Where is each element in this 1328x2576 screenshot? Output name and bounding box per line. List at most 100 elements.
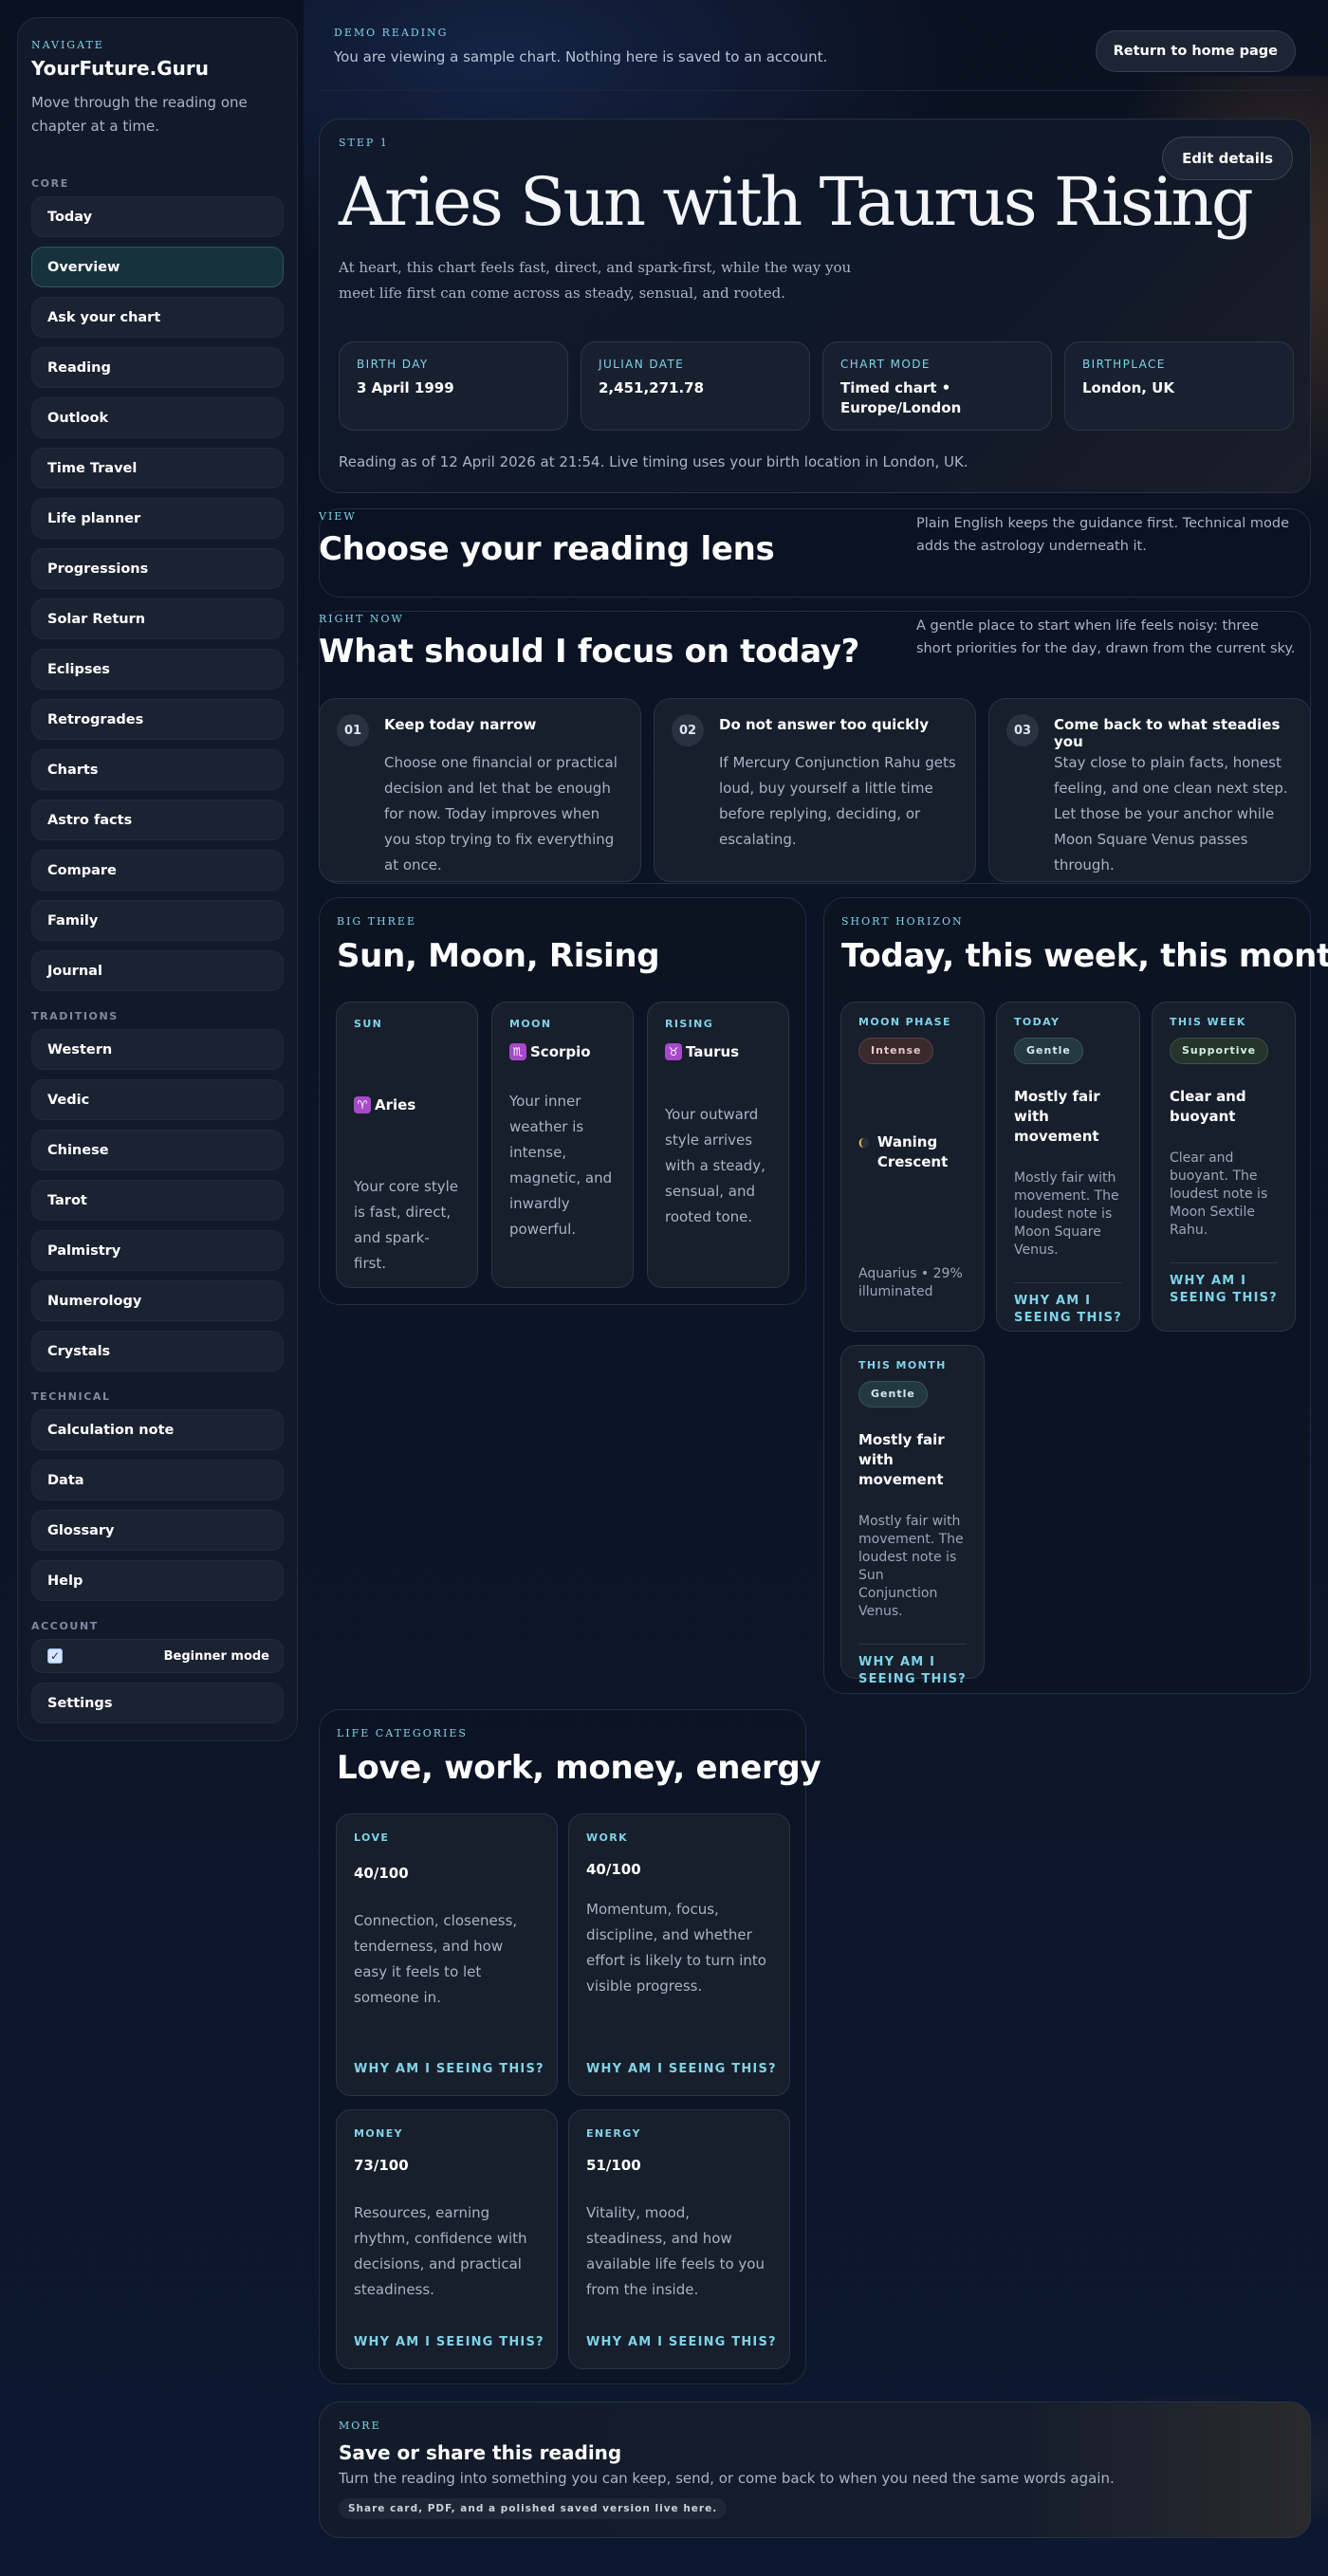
card-label: Energy [586, 2127, 641, 2140]
card-label: Moon phase [858, 1016, 951, 1028]
why-seeing-this-link[interactable]: Why am I seeing this? [586, 2061, 777, 2078]
score: 51/100 [586, 2157, 641, 2174]
card-label: Sun [354, 1018, 383, 1030]
scorpio-icon: ♏ [509, 1043, 526, 1060]
fact-value: London, UK [1082, 379, 1174, 396]
sidebar-item-time-travel[interactable]: Time Travel [31, 448, 284, 488]
sidebar-item-eclipses[interactable]: Eclipses [31, 649, 284, 690]
sidebar-item-chinese[interactable]: Chinese [31, 1130, 284, 1170]
fact-label: Chart mode [840, 358, 931, 371]
card-body: Your inner weather is intense, magnetic,… [509, 1093, 613, 1238]
card-body: Your core style is fast, direct, and spa… [354, 1178, 459, 1272]
fact-value: 2,451,271.78 [599, 379, 705, 396]
horizon-eyebrow: Short horizon [841, 915, 964, 928]
big-three-card-moon: Moon ♏ Scorpio Your inner weather is int… [491, 1002, 634, 1288]
more-title: Save or share this reading [339, 2441, 622, 2464]
card-label: This week [1170, 1016, 1246, 1028]
life-eyebrow: Life categories [337, 1727, 468, 1739]
focus-note: A gentle place to start when life feels … [916, 618, 1296, 656]
sidebar-item-calculation-note[interactable]: Calculation note [31, 1409, 284, 1450]
more-body: Turn the reading into something you can … [339, 2470, 1115, 2487]
sidebar-item-palmistry[interactable]: Palmistry [31, 1230, 284, 1271]
focus-card: 03 Come back to what steadies you Stay c… [988, 698, 1311, 882]
horizon-body: Mostly fair with movement. The loudest n… [1014, 1170, 1119, 1258]
section-label-account: Account [31, 1620, 99, 1632]
sidebar-item-glossary[interactable]: Glossary [31, 1510, 284, 1551]
sidebar-item-journal[interactable]: Journal [31, 950, 284, 991]
checkbox-checked-icon[interactable]: ✓ [47, 1648, 63, 1664]
sidebar-item-numerology[interactable]: Numerology [31, 1280, 284, 1321]
fact-label: Birth day [357, 358, 429, 371]
sidebar-item-settings[interactable]: Settings [31, 1683, 284, 1723]
lens-title: Choose your reading lens [319, 530, 775, 568]
sidebar-item-vedic[interactable]: Vedic [31, 1079, 284, 1120]
score: 73/100 [354, 2157, 409, 2174]
hero-subtitle: At heart, this chart feels fast, direct,… [339, 259, 852, 302]
card-label: Money [354, 2127, 403, 2140]
card-body: Vitality, mood, steadiness, and how avai… [586, 2204, 765, 2298]
mood-badge: Gentle [1014, 1038, 1083, 1064]
sidebar-item-compare[interactable]: Compare [31, 850, 284, 891]
page-title: Aries Sun with Taurus Rising [339, 163, 1254, 241]
fact-birth-day: Birth day 3 April 1999 [339, 341, 568, 431]
fact-value: 3 April 1999 [357, 379, 454, 396]
fact-label: Birthplace [1082, 358, 1166, 371]
sidebar-eyebrow: Navigate [31, 39, 104, 51]
focus-header: Right now What should I focus on today? [319, 613, 859, 671]
why-seeing-this-link[interactable]: Why am I seeing this? [1014, 1293, 1122, 1327]
focus-card-title: Keep today narrow [384, 716, 537, 733]
card-label: This month [858, 1359, 947, 1371]
reading-lens-header: View Choose your reading lens [319, 510, 775, 568]
sidebar-item-life-planner[interactable]: Life planner [31, 498, 284, 539]
sidebar-item-progressions[interactable]: Progressions [31, 548, 284, 589]
intensity-badge: Intense [858, 1038, 934, 1064]
why-seeing-this-link[interactable]: Why am I seeing this? [354, 2334, 544, 2351]
more-eyebrow: More [339, 2420, 381, 2432]
sidebar-item-family[interactable]: Family [31, 900, 284, 941]
sidebar-item-solar-return[interactable]: Solar Return [31, 598, 284, 639]
brand-name[interactable]: YourFuture.Guru [31, 57, 284, 80]
section-label-core: Core [31, 177, 69, 190]
sidebar-item-reading[interactable]: Reading [31, 347, 284, 388]
mood-badge: Gentle [858, 1381, 928, 1408]
mood-badge: Supportive [1170, 1038, 1269, 1064]
sidebar-item-overview[interactable]: Overview [31, 247, 284, 287]
sidebar-item-crystals[interactable]: Crystals [31, 1331, 284, 1371]
sidebar-item-today[interactable]: Today [31, 196, 284, 237]
why-seeing-this-link[interactable]: Why am I seeing this? [1170, 1273, 1278, 1307]
why-seeing-this-link[interactable]: Why am I seeing this? [354, 2061, 544, 2078]
focus-card: 02 Do not answer too quickly If Mercury … [654, 698, 976, 882]
sidebar-item-western[interactable]: Western [31, 1029, 284, 1070]
card-body: Your outward style arrives with a steady… [665, 1106, 765, 1225]
life-card-love: Love 40/100 Connection, closeness, tende… [336, 1813, 558, 2096]
sidebar-item-tarot[interactable]: Tarot [31, 1180, 284, 1221]
beginner-mode-toggle[interactable]: ✓ Beginner mode [31, 1639, 284, 1673]
focus-card-body: Stay close to plain facts, honest feelin… [1054, 754, 1288, 874]
reading-timestamp: Reading as of 12 April 2026 at 21:54. Li… [339, 453, 968, 470]
sidebar-item-outlook[interactable]: Outlook [31, 397, 284, 438]
sign-label: Aries [375, 1096, 416, 1113]
sidebar-item-data[interactable]: Data [31, 1460, 284, 1500]
horizon-headline: Mostly fair with movement [858, 1431, 945, 1488]
sidebar-item-astro-facts[interactable]: Astro facts [31, 800, 284, 840]
return-home-button[interactable]: Return to home page [1095, 30, 1296, 72]
focus-number: 02 [672, 714, 704, 746]
why-seeing-this-link[interactable]: Why am I seeing this? [858, 1654, 967, 1688]
focus-title: What should I focus on today? [319, 633, 860, 671]
focus-card: 01 Keep today narrow Choose one financia… [319, 698, 641, 882]
focus-number: 01 [337, 714, 369, 746]
sidebar-item-retrogrades[interactable]: Retrogrades [31, 699, 284, 740]
share-options-chip[interactable]: Share card, PDF, and a polished saved ve… [339, 2498, 728, 2519]
sidebar-item-ask-your-chart[interactable]: Ask your chart [31, 297, 284, 338]
edit-details-button[interactable]: Edit details [1162, 137, 1293, 180]
sidebar-item-charts[interactable]: Charts [31, 749, 284, 790]
card-body: Resources, earning rhythm, confidence wi… [354, 2204, 527, 2298]
sidebar: Navigate YourFuture.Guru Move through th… [17, 17, 298, 1741]
taurus-icon: ♉ [665, 1043, 682, 1060]
demo-banner: Demo reading You are viewing a sample ch… [334, 27, 1296, 93]
card-label: Work [586, 1831, 629, 1844]
sidebar-item-help[interactable]: Help [31, 1560, 284, 1601]
divider [1170, 1262, 1278, 1263]
why-seeing-this-link[interactable]: Why am I seeing this? [586, 2334, 777, 2351]
focus-card-title: Come back to what steadies you [1054, 716, 1281, 750]
